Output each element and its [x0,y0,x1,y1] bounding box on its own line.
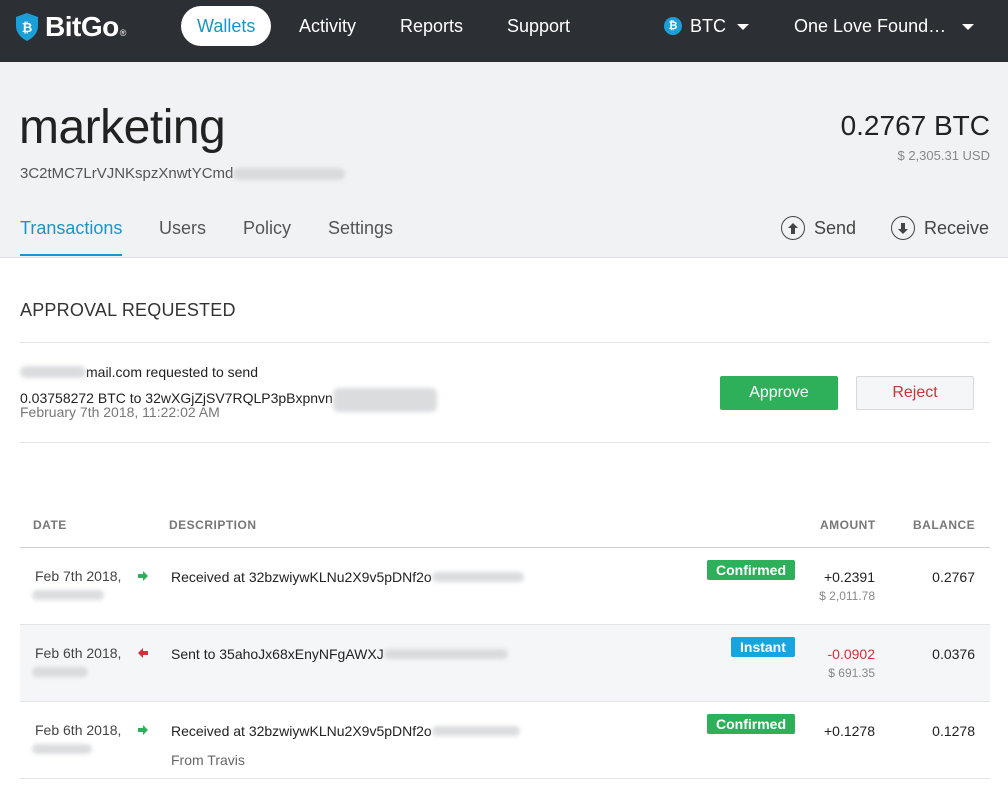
redacted-blur [332,388,437,412]
status-badge: Instant [731,637,795,657]
redacted-blur [32,744,92,754]
transaction-description: Received at 32bzwiywKLNu2X9v5pDNf2o [171,569,524,585]
divider [20,442,990,443]
top-navigation-bar: ₿ BitGo ® Wallets Activity Reports Suppo… [0,0,1008,62]
wallet-address[interactable]: 3C2tMC7LrVJNKspzXnwtYCmd [20,165,346,182]
transaction-date: Feb 6th 2018, [35,722,122,738]
table-row[interactable]: Feb 6th 2018, Received at 32bzwiywKLNu2X… [20,702,990,779]
nav-support[interactable]: Support [491,6,586,46]
redacted-blur [20,366,86,378]
transaction-description: Sent to 35ahoJx68xEnyNFgAWXJ [171,646,508,662]
wallet-name: marketing [19,101,226,154]
redacted-blur [32,590,104,600]
transaction-date: Feb 6th 2018, [35,645,122,661]
table-row[interactable]: Feb 6th 2018, Sent to 35ahoJx68xEnyNFgAW… [20,625,990,702]
transaction-balance: 0.0376 [932,646,975,662]
transaction-amount-usd: $ 2,011.78 [819,589,875,603]
send-label: Send [814,217,857,238]
transaction-balance: 0.2767 [932,569,975,585]
bitgo-shield-icon: ₿ [16,13,38,41]
receive-label: Receive [924,217,990,238]
bitgo-logo[interactable]: ₿ BitGo ® [14,10,126,44]
approve-button[interactable]: Approve [720,376,838,410]
receive-button[interactable]: Receive [891,216,989,240]
svg-text:₿: ₿ [22,21,33,36]
incoming-arrow-icon [138,571,148,581]
nav-wallets[interactable]: Wallets [181,6,272,46]
transaction-date: Feb 7th 2018, [35,568,122,584]
organization-selector[interactable]: One Love Found… [794,6,975,46]
reject-button[interactable]: Reject [856,376,974,410]
wallet-balance: 0.2767 BTC [840,110,990,141]
outgoing-arrow-icon [138,648,148,658]
redacted-blur [431,726,520,736]
redacted-blur [431,572,524,582]
tab-settings[interactable]: Settings [328,218,393,256]
send-button[interactable]: Send [781,216,856,240]
tab-transactions[interactable]: Transactions [20,218,123,256]
column-header-balance: BALANCE [913,518,976,532]
column-header-date: DATE [33,518,67,532]
status-badge: Confirmed [707,560,795,580]
transaction-amount-usd: $ 691.35 [828,666,875,680]
transaction-description: Received at 32bzwiywKLNu2X9v5pDNf2o [171,723,520,739]
status-badge: Confirmed [707,714,795,734]
nav-activity[interactable]: Activity [283,6,372,46]
approval-requester-text: mail.com requested to send [86,364,258,380]
arrow-up-circle-icon [781,216,805,240]
coin-selector[interactable]: ₿ BTC [664,6,749,46]
approval-date: February 7th 2018, 11:22:02 AM [20,404,220,420]
coin-label: BTC [690,15,726,36]
approval-section-title: APPROVAL REQUESTED [20,300,236,320]
transaction-amount: -0.0902 [827,646,875,662]
wallet-balance-usd: $ 2,305.31 USD [897,148,990,163]
transaction-amount: +0.2391 [824,569,875,585]
redacted-blur [233,167,346,180]
transaction-note: From Travis [171,752,245,768]
transaction-balance: 0.1278 [932,723,975,739]
bitcoin-icon: ₿ [664,17,682,35]
column-header-description: DESCRIPTION [169,518,257,532]
wallet-address-text: 3C2tMC7LrVJNKspzXnwtYCmd [20,165,234,182]
organization-label: One Love Found… [794,15,947,36]
column-header-amount: AMOUNT [820,518,876,532]
redacted-blur [383,649,508,659]
transaction-amount: +0.1278 [824,723,875,739]
redacted-blur [32,667,88,677]
incoming-arrow-icon [138,725,148,735]
divider [20,342,990,343]
chevron-down-icon [962,24,975,30]
registered-mark: ® [119,28,127,38]
chevron-down-icon [737,24,749,30]
table-row[interactable]: Feb 7th 2018, Received at 32bzwiywKLNu2X… [20,548,990,625]
logo-text: BitGo [45,11,119,42]
arrow-down-circle-icon [891,216,915,240]
tab-users[interactable]: Users [159,218,206,256]
nav-reports[interactable]: Reports [384,6,479,46]
approval-requester: mail.com requested to send [20,364,258,380]
wallet-header: marketing 3C2tMC7LrVJNKspzXnwtYCmd 0.276… [0,62,1008,258]
transaction-description-text: Sent to 35ahoJx68xEnyNFgAWXJ [171,646,384,662]
tab-policy[interactable]: Policy [243,218,291,256]
transaction-description-text: Received at 32bzwiywKLNu2X9v5pDNf2o [171,723,432,739]
transaction-description-text: Received at 32bzwiywKLNu2X9v5pDNf2o [171,569,432,585]
